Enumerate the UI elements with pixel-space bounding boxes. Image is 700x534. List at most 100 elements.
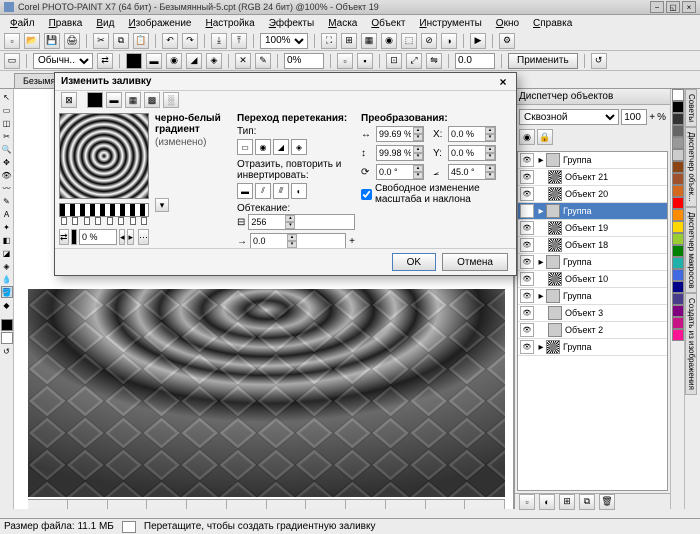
- layer-row[interactable]: 👁▸Группа: [518, 254, 667, 271]
- effect-tool[interactable]: ✎: [1, 195, 13, 207]
- arrow-input[interactable]: ▴▾: [250, 233, 346, 249]
- repeat-mirror-icon[interactable]: ⫽: [255, 183, 271, 199]
- skew-input[interactable]: ▴▾: [448, 164, 496, 180]
- path-tool[interactable]: ✦: [1, 221, 13, 233]
- node-left-icon[interactable]: ◂: [119, 229, 126, 245]
- color-swatch[interactable]: [672, 137, 684, 149]
- visibility-icon[interactable]: 👁: [520, 255, 534, 269]
- anti-alias-button[interactable]: ⊡: [386, 53, 402, 69]
- text-tool[interactable]: A: [1, 208, 13, 220]
- expand-icon[interactable]: ▸: [536, 291, 546, 302]
- pick-tool[interactable]: ↖: [1, 91, 13, 103]
- reset-button[interactable]: ↺: [591, 53, 607, 69]
- color-swatch[interactable]: [672, 113, 684, 125]
- color-swatch[interactable]: [672, 209, 684, 221]
- fill-conical-button[interactable]: ◢: [186, 53, 202, 69]
- scale-button[interactable]: ⤢: [406, 53, 422, 69]
- plus-icon2[interactable]: +: [349, 236, 355, 247]
- layer-row[interactable]: 👁Объект 20: [518, 186, 667, 203]
- layer-row[interactable]: 👁▸Группа: [518, 339, 667, 356]
- new-object-button[interactable]: ▫: [519, 494, 535, 510]
- cut-button[interactable]: ✂: [93, 33, 109, 49]
- y-input[interactable]: ▴▾: [448, 145, 496, 161]
- edit-fill-button[interactable]: ✎: [255, 53, 271, 69]
- eraser-tool[interactable]: ◧: [1, 234, 13, 246]
- visibility-icon[interactable]: 👁: [520, 153, 534, 167]
- color-swatch[interactable]: [672, 173, 684, 185]
- color-swatch[interactable]: [672, 185, 684, 197]
- fill-linear-button[interactable]: ▬: [146, 53, 162, 69]
- visibility-icon[interactable]: 👁: [520, 204, 534, 218]
- docker-tab[interactable]: Создать из изображения: [685, 293, 697, 395]
- node-color-swatch[interactable]: [71, 229, 77, 245]
- mode2-button[interactable]: ▪: [357, 53, 373, 69]
- color-swatch[interactable]: [672, 245, 684, 257]
- menu-объект[interactable]: Объект: [365, 17, 411, 30]
- swap-colors-icon[interactable]: ↺: [1, 345, 13, 357]
- dialog-close-button[interactable]: ×: [496, 75, 510, 89]
- new-button[interactable]: ▫: [4, 33, 20, 49]
- layer-row[interactable]: 👁▸Группа: [518, 288, 667, 305]
- liquid-tool[interactable]: 〰: [1, 182, 13, 194]
- rotate-input[interactable]: ▴▾: [376, 164, 424, 180]
- ok-button[interactable]: OK: [392, 253, 436, 271]
- options-button[interactable]: ⚙: [499, 33, 515, 49]
- flip-button[interactable]: ⇋: [426, 53, 442, 69]
- layer-list[interactable]: 👁▸Группа👁Объект 21👁Объект 20👁▸Группа👁Объ…: [517, 151, 668, 491]
- dropshadow-tool[interactable]: ◪: [1, 247, 13, 259]
- export-button[interactable]: ⤒: [231, 33, 247, 49]
- restore-button[interactable]: ◱: [666, 1, 680, 13]
- eyedropper-tool[interactable]: 💧: [1, 273, 13, 285]
- launch-button[interactable]: ▶: [470, 33, 486, 49]
- zoom-combo[interactable]: 100%: [260, 33, 308, 49]
- delete-button[interactable]: 🗑: [599, 494, 615, 510]
- fill-radial-button[interactable]: ◉: [166, 53, 182, 69]
- color-swatch[interactable]: [672, 329, 684, 341]
- type-conical-icon[interactable]: ◢: [273, 139, 289, 155]
- color-swatch[interactable]: [672, 269, 684, 281]
- fill-square-button[interactable]: ◈: [206, 53, 222, 69]
- zoom-tool[interactable]: 🔍: [1, 143, 13, 155]
- lock-transparency-button[interactable]: ◉: [519, 129, 535, 145]
- rulers-button[interactable]: ⊞: [341, 33, 357, 49]
- expand-icon[interactable]: ▸: [536, 206, 546, 217]
- menu-вид[interactable]: Вид: [90, 17, 120, 30]
- layer-row[interactable]: 👁Объект 3: [518, 305, 667, 322]
- fill-pattern-icon[interactable]: ▦: [125, 92, 141, 108]
- menu-эффекты[interactable]: Эффекты: [263, 17, 320, 30]
- wrap-steps-input[interactable]: ▴▾: [248, 214, 355, 230]
- node-opacity-input[interactable]: [79, 229, 117, 245]
- visibility-icon[interactable]: 👁: [520, 187, 534, 201]
- color-swatch[interactable]: [672, 293, 684, 305]
- color-swatch[interactable]: [672, 149, 684, 161]
- menu-настройка[interactable]: Настройка: [199, 17, 260, 30]
- opacity-field[interactable]: 0%: [284, 53, 324, 69]
- visibility-icon[interactable]: 👁: [520, 272, 534, 286]
- invert-icon[interactable]: ◐: [291, 183, 307, 199]
- repeat-none-icon[interactable]: ▬: [237, 183, 253, 199]
- color-swatch[interactable]: [672, 305, 684, 317]
- type-radial-icon[interactable]: ◉: [255, 139, 271, 155]
- menu-изображение[interactable]: Изображение: [122, 17, 197, 30]
- style-combo[interactable]: Обычн...: [33, 53, 93, 69]
- angle-field[interactable]: 0.0: [455, 53, 495, 69]
- color-swatch[interactable]: [672, 161, 684, 173]
- fullscreen-button[interactable]: ⛶: [321, 33, 337, 49]
- menu-справка[interactable]: Справка: [527, 17, 578, 30]
- reverse-icon[interactable]: ⇄: [59, 229, 69, 245]
- fill-none-button[interactable]: [126, 53, 142, 69]
- combine-button[interactable]: ⊞: [559, 494, 575, 510]
- redo-button[interactable]: ↷: [182, 33, 198, 49]
- visibility-icon[interactable]: 👁: [520, 289, 534, 303]
- menu-файл[interactable]: Файл: [4, 17, 41, 30]
- color-swatch[interactable]: [672, 101, 684, 113]
- bg-swatch[interactable]: [1, 332, 13, 344]
- apply-button[interactable]: Применить: [508, 53, 578, 69]
- clear-mask-button[interactable]: ⊘: [421, 33, 437, 49]
- plus-icon[interactable]: +: [649, 112, 655, 123]
- swap-button[interactable]: ⇄: [97, 53, 113, 69]
- fill-tool[interactable]: 🪣: [1, 286, 13, 298]
- layer-row[interactable]: 👁▸Группа: [518, 203, 667, 220]
- visibility-icon[interactable]: 👁: [520, 238, 534, 252]
- new-lens-button[interactable]: ◐: [539, 494, 555, 510]
